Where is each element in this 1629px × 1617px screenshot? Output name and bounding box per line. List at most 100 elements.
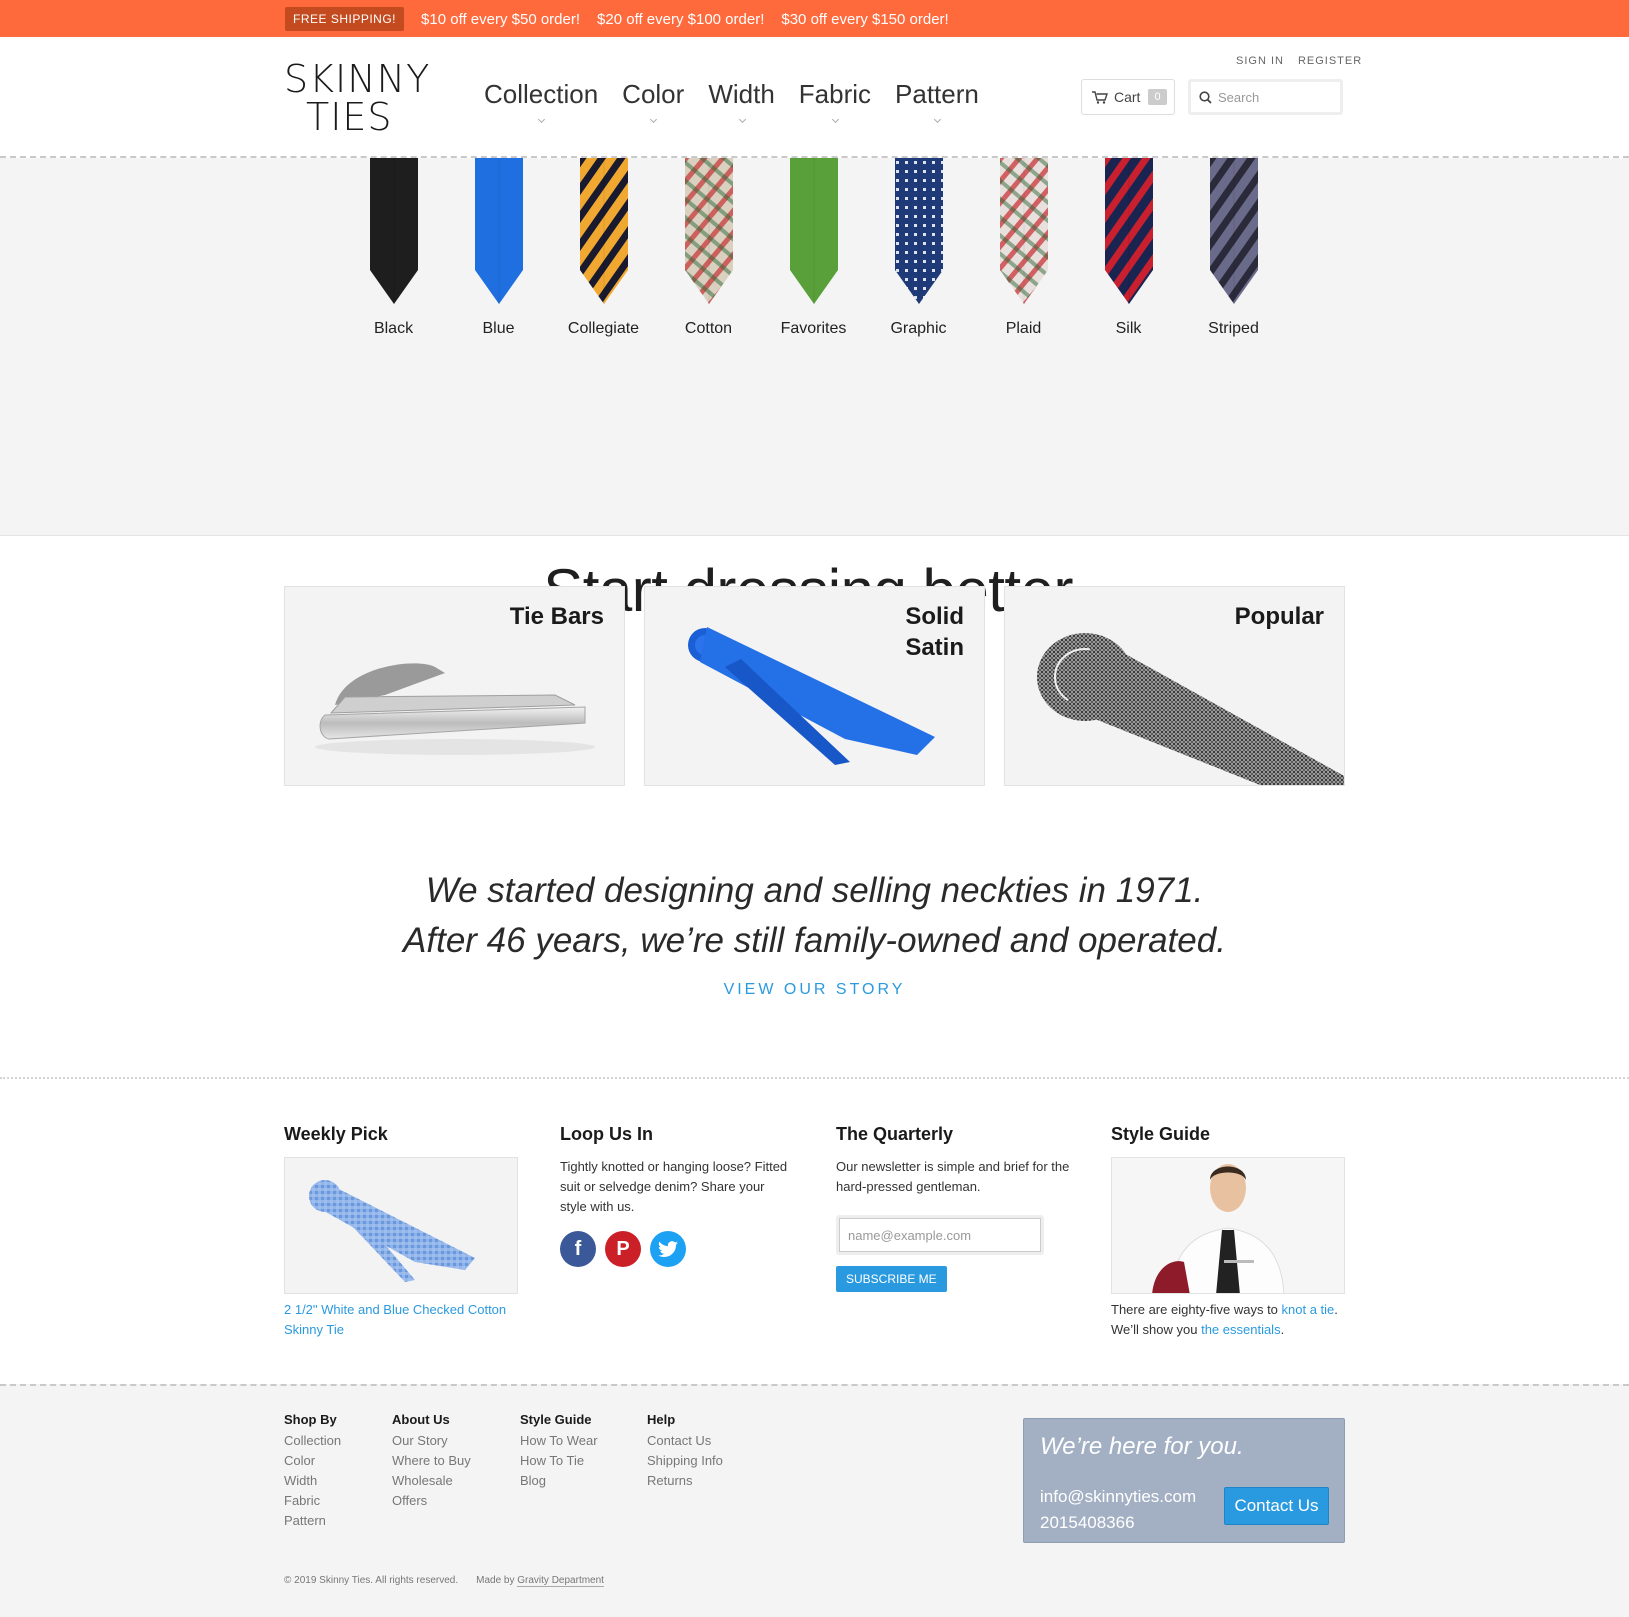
- weekly-pick-widget: Weekly Pick 2 1/2" White and Blue Checke…: [284, 1124, 518, 1340]
- footer-link[interactable]: How To Wear: [520, 1431, 598, 1451]
- tie-category-favorites[interactable]: Favorites: [761, 158, 866, 338]
- nav-color[interactable]: Color: [622, 79, 684, 122]
- footer-link[interactable]: Blog: [520, 1471, 598, 1491]
- pinterest-icon[interactable]: P: [605, 1231, 641, 1267]
- tie-category-collegiate[interactable]: Collegiate: [551, 158, 656, 338]
- promo-bar: FREE SHIPPING! $10 off every $50 order! …: [0, 0, 1629, 37]
- widget-title: Loop Us In: [560, 1124, 653, 1144]
- register-link[interactable]: REGISTER: [1298, 55, 1362, 67]
- widget-title: Weekly Pick: [284, 1124, 388, 1144]
- tie-category-label: Graphic: [890, 320, 947, 337]
- tie-category-label: Silk: [1115, 320, 1142, 337]
- footer-column-title: Shop By: [284, 1412, 337, 1427]
- tie-category-black[interactable]: Black: [341, 158, 446, 338]
- view-our-story-link[interactable]: VIEW OUR STORY: [0, 981, 1629, 999]
- nav-collection[interactable]: Collection: [484, 79, 598, 122]
- gravity-department-link[interactable]: Gravity Department: [517, 1575, 604, 1587]
- twitter-icon[interactable]: [650, 1231, 686, 1267]
- style-guide-text: There are eighty-five ways to knot a tie…: [1111, 1302, 1338, 1337]
- style-guide-image[interactable]: [1111, 1157, 1345, 1294]
- footer-link[interactable]: Collection: [284, 1431, 341, 1451]
- promo-offer: $30 off every $150 order!: [781, 10, 949, 28]
- copyright-row: © 2019 Skinny Ties. All rights reserved.…: [284, 1575, 604, 1587]
- promo-offer: $20 off every $100 order!: [597, 10, 765, 28]
- nav-fabric[interactable]: Fabric: [799, 79, 871, 122]
- footer-link[interactable]: Where to Buy: [392, 1451, 471, 1471]
- tie-category-striped[interactable]: Striped: [1181, 158, 1286, 338]
- model-photo: [1112, 1158, 1344, 1293]
- footer-link[interactable]: Fabric: [284, 1491, 341, 1511]
- logo-text-skinny: SKINNY: [284, 57, 431, 101]
- tie-category-plaid[interactable]: Plaid: [971, 158, 1076, 338]
- tie-icon: [579, 158, 628, 304]
- footer-link[interactable]: How To Tie: [520, 1451, 598, 1471]
- subscribe-button[interactable]: SUBSCRIBE ME: [836, 1266, 947, 1292]
- nav-width[interactable]: Width: [708, 79, 774, 122]
- knot-a-tie-link[interactable]: knot a tie: [1282, 1302, 1335, 1317]
- cart-button[interactable]: Cart 0: [1081, 79, 1175, 115]
- cart-label: Cart: [1114, 89, 1141, 105]
- tie-category-blue[interactable]: Blue: [446, 158, 551, 338]
- promo-offer: $10 off every $50 order!: [421, 10, 581, 28]
- tie-icon: [894, 158, 943, 304]
- help-email-link[interactable]: info@skinnyties.com: [1040, 1487, 1196, 1507]
- social-links: f P: [560, 1231, 794, 1267]
- search-icon: [1199, 90, 1212, 104]
- tie-icon: [999, 158, 1048, 304]
- weekly-pick-link[interactable]: 2 1/2" White and Blue Checked Cotton Ski…: [284, 1300, 518, 1340]
- footer-column-title: Help: [647, 1412, 676, 1427]
- facebook-icon[interactable]: f: [560, 1231, 596, 1267]
- footer-link[interactable]: Color: [284, 1451, 341, 1471]
- help-box: We’re here for you. info@skinnyties.com …: [1023, 1418, 1345, 1543]
- story-line: After 46 years, we’re still family-owned…: [403, 921, 1226, 960]
- newsletter-email-field[interactable]: [839, 1218, 1041, 1252]
- contact-us-button[interactable]: Contact Us: [1224, 1487, 1329, 1525]
- tie-icon: [789, 158, 838, 304]
- help-phone-link[interactable]: 2015408366: [1040, 1513, 1135, 1533]
- card-title: Solid Satin: [905, 603, 964, 661]
- newsletter-input-wrap: [836, 1215, 1044, 1255]
- tie-category-label: Striped: [1208, 320, 1259, 337]
- made-by-text: Made by Gravity Department: [476, 1575, 604, 1587]
- newsletter-form: SUBSCRIBE ME: [836, 1215, 1070, 1292]
- footer-link[interactable]: Offers: [392, 1491, 471, 1511]
- footer-link[interactable]: Wholesale: [392, 1471, 471, 1491]
- sign-in-link[interactable]: SIGN IN: [1236, 55, 1284, 67]
- tie-category-silk[interactable]: Silk: [1076, 158, 1181, 338]
- quarterly-text: Our newsletter is simple and brief for t…: [836, 1159, 1070, 1194]
- site-logo[interactable]: SKINNY TIES: [284, 59, 429, 141]
- widget-title: The Quarterly: [836, 1124, 954, 1144]
- card-solid-satin[interactable]: Solid Satin: [644, 586, 985, 786]
- auth-links: SIGN IN REGISTER: [1236, 55, 1362, 67]
- footer-link[interactable]: Contact Us: [647, 1431, 723, 1451]
- tie-category-cotton[interactable]: Cotton: [656, 158, 761, 338]
- help-box-title: We’re here for you.: [1040, 1433, 1244, 1460]
- featured-cards: Tie Bars Solid Satin Popular: [284, 586, 1345, 786]
- footer-link[interactable]: Returns: [647, 1471, 723, 1491]
- brand-story: We started designing and selling necktie…: [0, 866, 1629, 966]
- essentials-link[interactable]: the essentials: [1201, 1322, 1281, 1337]
- site-header: SKINNY TIES Collection Color Width Fabri…: [0, 37, 1629, 158]
- footer-link[interactable]: Pattern: [284, 1511, 341, 1531]
- story-line: We started designing and selling necktie…: [425, 871, 1204, 910]
- footer-link[interactable]: Our Story: [392, 1431, 471, 1451]
- tie-category-label: Blue: [482, 320, 515, 337]
- style-guide-widget: Style Guide There are eighty-five ways t…: [1111, 1124, 1345, 1340]
- copyright-text: © 2019 Skinny Ties. All rights reserved.: [284, 1575, 459, 1586]
- weekly-pick-image[interactable]: [284, 1157, 518, 1294]
- nav-pattern[interactable]: Pattern: [895, 79, 979, 122]
- footer-link[interactable]: Width: [284, 1471, 341, 1491]
- search-input[interactable]: [1218, 89, 1333, 105]
- loop-us-in-widget: Loop Us In Tightly knotted or hanging lo…: [560, 1124, 794, 1267]
- card-popular[interactable]: Popular: [1004, 586, 1345, 786]
- section-divider: [0, 1077, 1629, 1085]
- footer-column-title: About Us: [392, 1412, 450, 1427]
- card-tie-bars[interactable]: Tie Bars: [284, 586, 625, 786]
- site-footer: Shop By Collection Color Width Fabric Pa…: [0, 1384, 1629, 1617]
- tie-category-label: Black: [373, 320, 414, 337]
- tie-category-graphic[interactable]: Graphic: [866, 158, 971, 338]
- card-title: Tie Bars: [509, 603, 604, 630]
- footer-link[interactable]: Shipping Info: [647, 1451, 723, 1471]
- cart-icon: [1092, 90, 1108, 104]
- main-nav: Collection Color Width Fabric Pattern: [484, 79, 979, 122]
